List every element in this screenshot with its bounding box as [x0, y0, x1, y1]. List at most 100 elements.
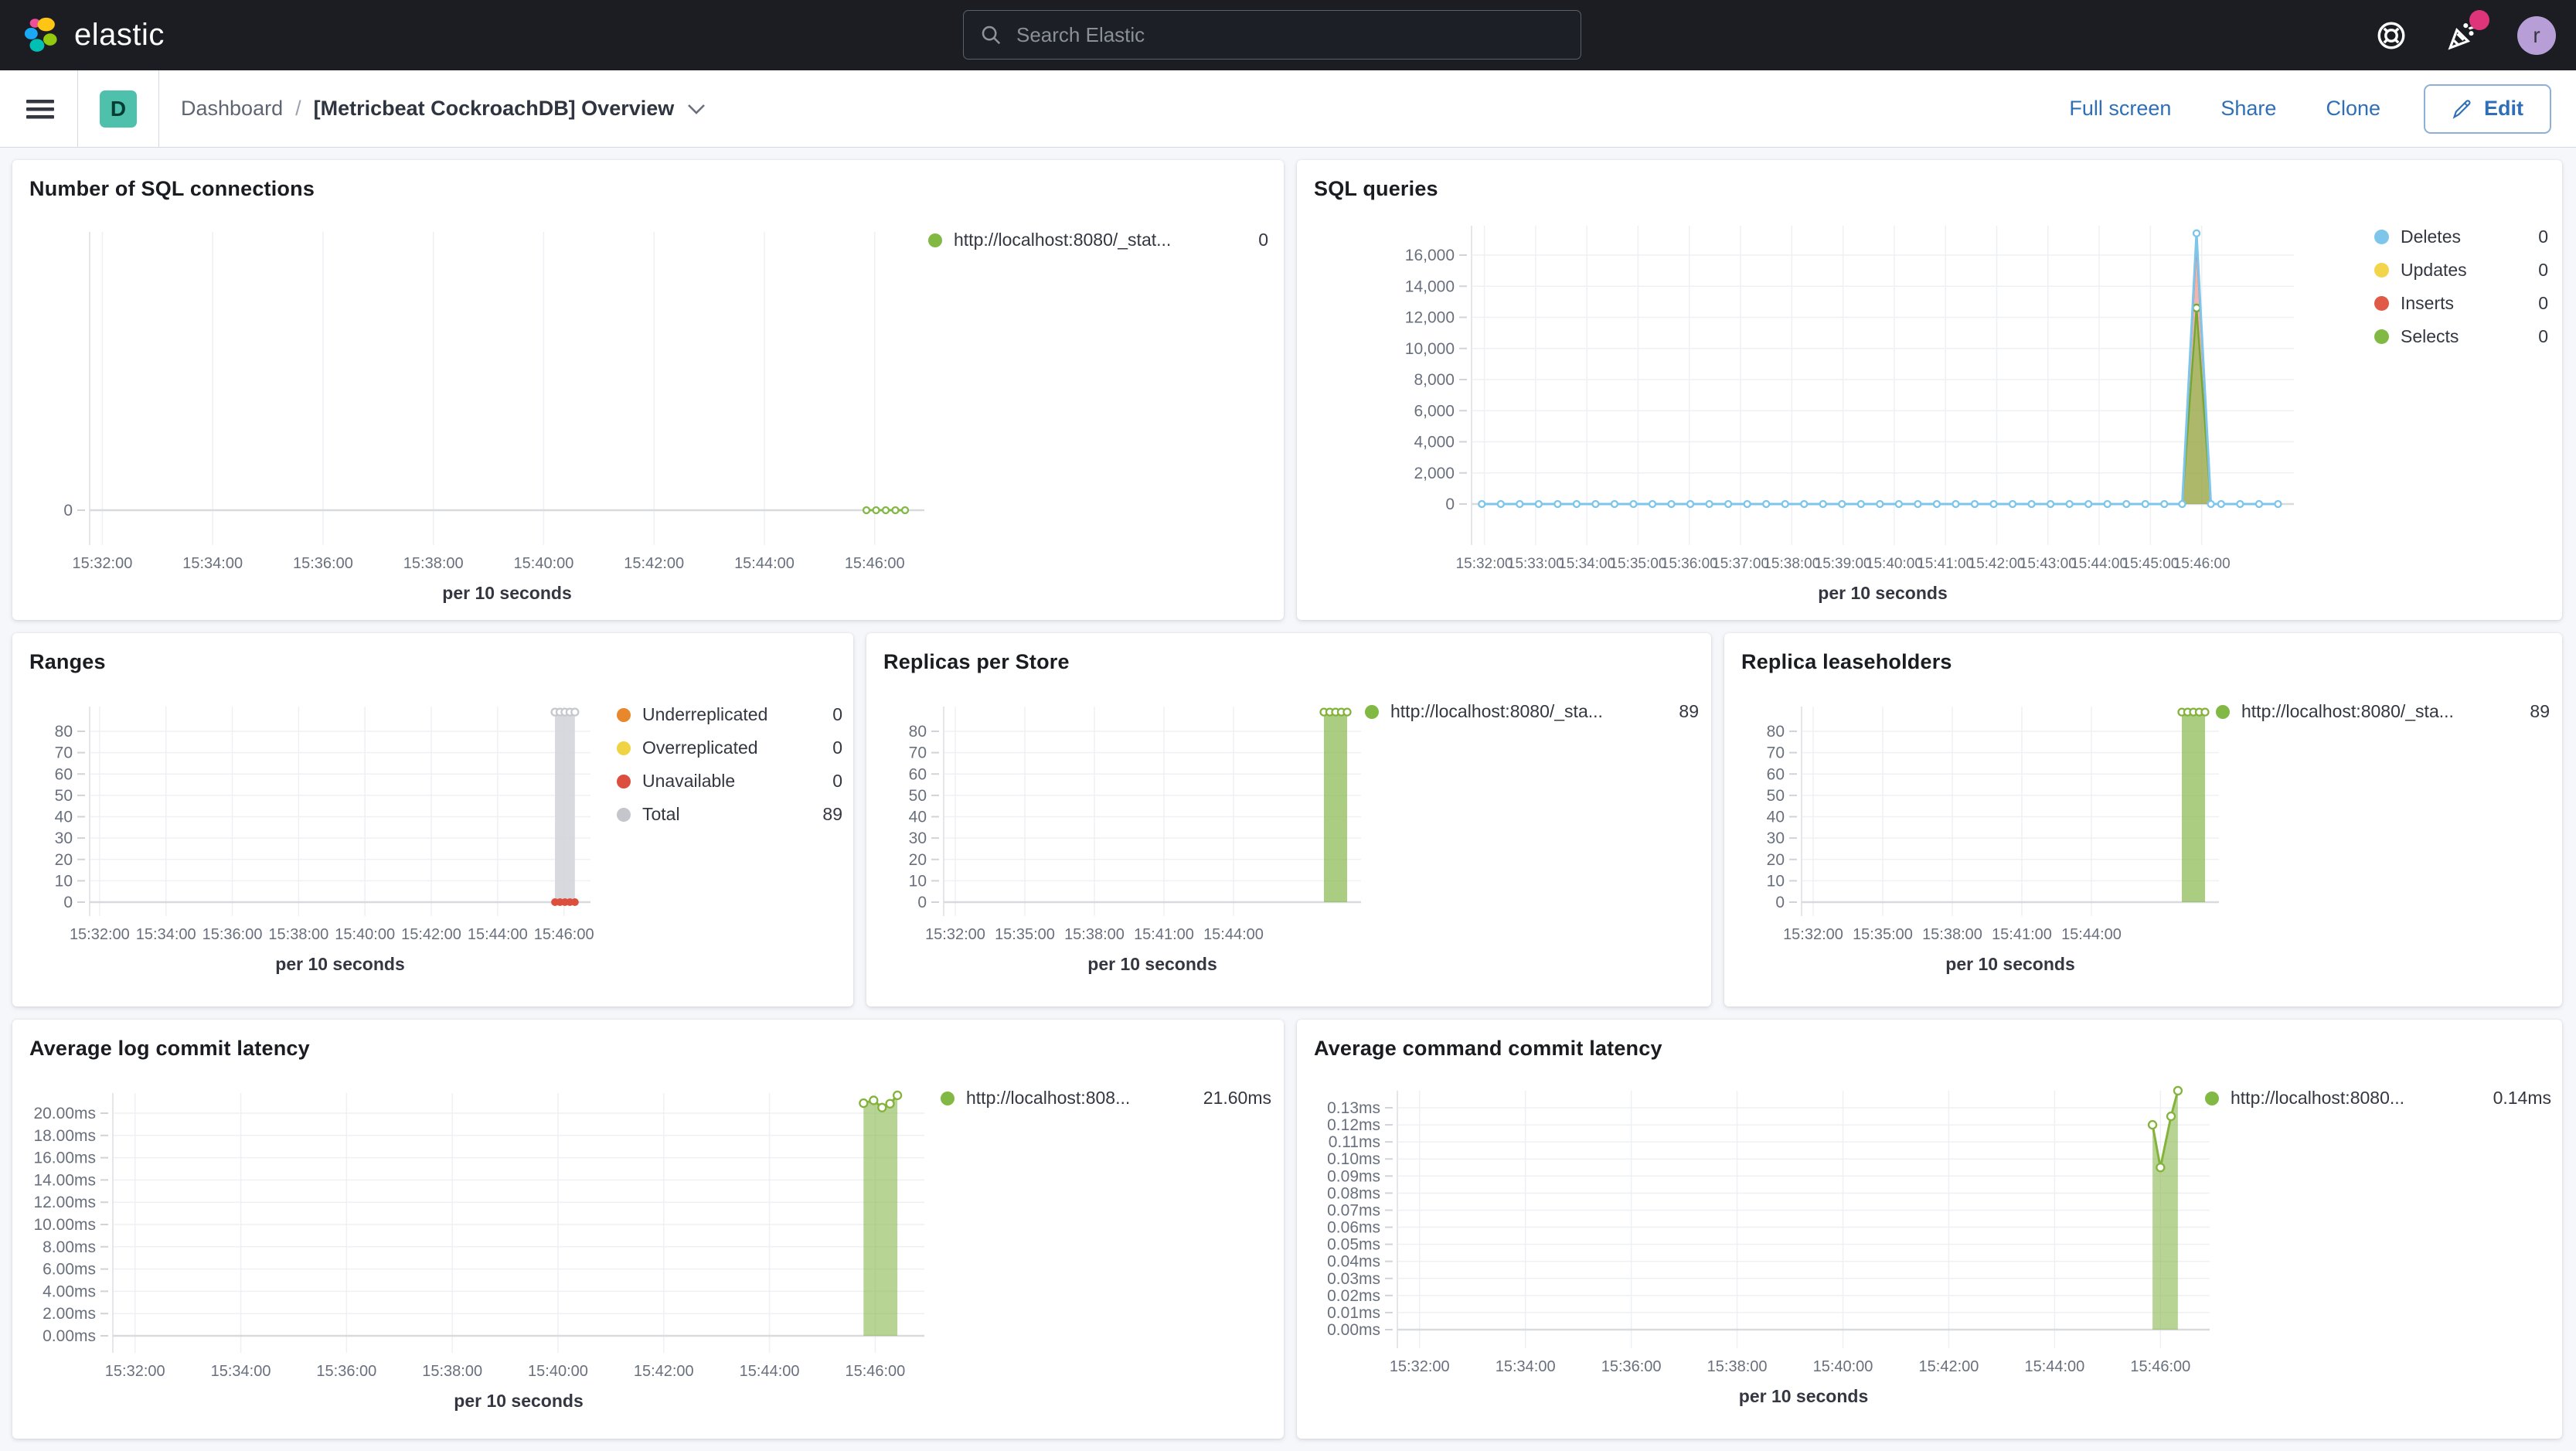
svg-text:0.13ms: 0.13ms [1327, 1099, 1380, 1117]
legend-label: http://localhost:8080... [2231, 1088, 2405, 1108]
svg-text:15:36:00: 15:36:00 [316, 1363, 376, 1380]
avatar[interactable]: r [2517, 15, 2556, 55]
legend-value: 0 [832, 771, 842, 791]
svg-text:0.09ms: 0.09ms [1327, 1167, 1380, 1185]
svg-text:15:41:00: 15:41:00 [1992, 926, 2052, 943]
top-app-bar: elastic r [0, 0, 2576, 70]
legend-label: Deletes [2401, 227, 2461, 247]
legend-item[interactable]: Deletes 0 [2374, 227, 2548, 247]
svg-text:8.00ms: 8.00ms [43, 1238, 96, 1256]
svg-text:0.00ms: 0.00ms [43, 1327, 96, 1345]
svg-text:0.01ms: 0.01ms [1327, 1304, 1380, 1322]
svg-text:60: 60 [1767, 765, 1785, 783]
svg-text:0: 0 [917, 894, 927, 911]
svg-text:14,000: 14,000 [1405, 278, 1455, 295]
dashboard-badge[interactable]: D [100, 90, 137, 128]
pencil-icon [2452, 99, 2471, 119]
dashboard-actions: Full screen Share Clone [2069, 97, 2380, 121]
svg-text:12,000: 12,000 [1405, 309, 1455, 327]
chevron-down-icon[interactable] [686, 102, 706, 116]
svg-text:10,000: 10,000 [1405, 340, 1455, 358]
legend-item[interactable]: http://localhost:8080... 0.14ms [2205, 1088, 2551, 1109]
divider [77, 70, 78, 148]
global-search[interactable] [963, 10, 1581, 60]
svg-text:40: 40 [909, 809, 927, 826]
svg-text:15:34:00: 15:34:00 [211, 1363, 271, 1380]
legend-item[interactable]: Updates 0 [2374, 260, 2548, 281]
svg-text:15:46:00: 15:46:00 [845, 1363, 905, 1380]
legend-value: 0 [1258, 230, 1268, 250]
legend-label: Selects [2401, 326, 2459, 346]
dashboard-panel: Average command commit latency 0.00ms 0.01… [1297, 1020, 2562, 1439]
dashboard-panel: Average log commit latency 0.00ms 2.00ms 4.… [12, 1020, 1284, 1439]
help-button[interactable] [2375, 19, 2408, 52]
full-screen-button[interactable]: Full screen [2069, 97, 2171, 121]
elastic-logo[interactable]: elastic [20, 15, 165, 56]
legend-item[interactable]: Selects 0 [2374, 326, 2548, 347]
legend-item[interactable]: Total 89 [617, 804, 842, 825]
legend-value: 0.14ms [2493, 1088, 2551, 1108]
svg-text:16.00ms: 16.00ms [33, 1150, 96, 1167]
svg-text:15:32:00: 15:32:00 [1456, 556, 1513, 572]
clone-button[interactable]: Clone [2326, 97, 2380, 121]
legend-dot-icon [2374, 296, 2389, 311]
dashboard-row: Number of SQL connections 0 15:32:00 15:34:… [12, 160, 2564, 620]
svg-text:0.00ms: 0.00ms [1327, 1321, 1380, 1339]
svg-text:15:36:00: 15:36:00 [202, 926, 263, 943]
edit-button-label: Edit [2484, 97, 2523, 120]
legend-item[interactable]: http://localhost:808... 21.60ms [941, 1088, 1271, 1109]
breadcrumb-dashboard[interactable]: Dashboard [181, 97, 283, 121]
svg-text:15:39:00: 15:39:00 [1815, 556, 1872, 572]
legend-dot-icon [617, 741, 631, 755]
news-button[interactable] [2445, 9, 2489, 53]
svg-text:15:38:00: 15:38:00 [422, 1363, 482, 1380]
legend-label: Unavailable [642, 771, 736, 791]
svg-text:0.05ms: 0.05ms [1327, 1236, 1380, 1254]
svg-text:10.00ms: 10.00ms [33, 1216, 96, 1234]
svg-text:per 10 seconds: per 10 seconds [454, 1391, 583, 1411]
chart: 0 10 20 30 40 50 60 70 80 15:32:00 15:35:00 15:38:0… [1767, 707, 2219, 974]
legend-dot-icon [2205, 1091, 2219, 1105]
svg-text:60: 60 [909, 765, 927, 783]
svg-text:15:38:00: 15:38:00 [403, 555, 464, 572]
legend-item[interactable]: Underreplicated 0 [617, 704, 842, 725]
svg-text:15:40:00: 15:40:00 [1813, 1358, 1873, 1375]
share-button[interactable]: Share [2220, 97, 2276, 121]
dashboard-panel: SQL queries 0 2,000 4,000 6,000 8,000 10,000 12… [1297, 160, 2562, 620]
svg-text:50: 50 [55, 787, 73, 805]
chart: 0 10 20 30 40 50 60 70 80 15:32:00 15:35:00 15:38:0… [909, 707, 1361, 974]
svg-text:2,000: 2,000 [1414, 465, 1455, 482]
edit-button[interactable]: Edit [2424, 83, 2551, 134]
svg-text:per 10 seconds: per 10 seconds [1739, 1386, 1868, 1406]
svg-text:15:40:00: 15:40:00 [1866, 556, 1923, 572]
svg-text:15:40:00: 15:40:00 [514, 555, 574, 572]
legend-item[interactable]: http://localhost:8080/_sta... 89 [2216, 701, 2550, 722]
svg-text:0: 0 [63, 894, 73, 911]
svg-text:0.11ms: 0.11ms [1329, 1133, 1380, 1151]
svg-text:14.00ms: 14.00ms [33, 1171, 96, 1189]
legend-label: Total [642, 804, 680, 824]
legend-dot-icon [2374, 230, 2389, 244]
legend-item[interactable]: http://localhost:8080/_stat... 0 [928, 230, 1268, 250]
svg-text:0: 0 [1775, 894, 1785, 911]
svg-text:15:35:00: 15:35:00 [1853, 926, 1913, 943]
svg-text:15:37:00: 15:37:00 [1712, 556, 1769, 572]
svg-text:10: 10 [909, 872, 927, 890]
svg-text:0: 0 [63, 502, 73, 519]
svg-text:15:38:00: 15:38:00 [268, 926, 328, 943]
legend-item[interactable]: http://localhost:8080/_sta... 89 [1365, 701, 1699, 722]
svg-text:15:44:00: 15:44:00 [1203, 926, 1264, 943]
svg-text:50: 50 [1767, 787, 1785, 805]
legend-label: Underreplicated [642, 704, 768, 724]
search-input[interactable] [1015, 22, 1565, 48]
logo-text: elastic [74, 18, 165, 52]
svg-text:15:35:00: 15:35:00 [995, 926, 1055, 943]
legend-item[interactable]: Unavailable 0 [617, 771, 842, 792]
legend-item[interactable]: Overreplicated 0 [617, 737, 842, 758]
svg-text:15:36:00: 15:36:00 [293, 555, 353, 572]
menu-button[interactable] [25, 97, 56, 121]
legend-item[interactable]: Inserts 0 [2374, 293, 2548, 314]
breadcrumb: Dashboard / [Metricbeat CockroachDB] Ove… [181, 97, 706, 121]
svg-text:15:44:00: 15:44:00 [468, 926, 528, 943]
chart-legend: http://localhost:8080/_stat... 0 [928, 230, 1268, 263]
